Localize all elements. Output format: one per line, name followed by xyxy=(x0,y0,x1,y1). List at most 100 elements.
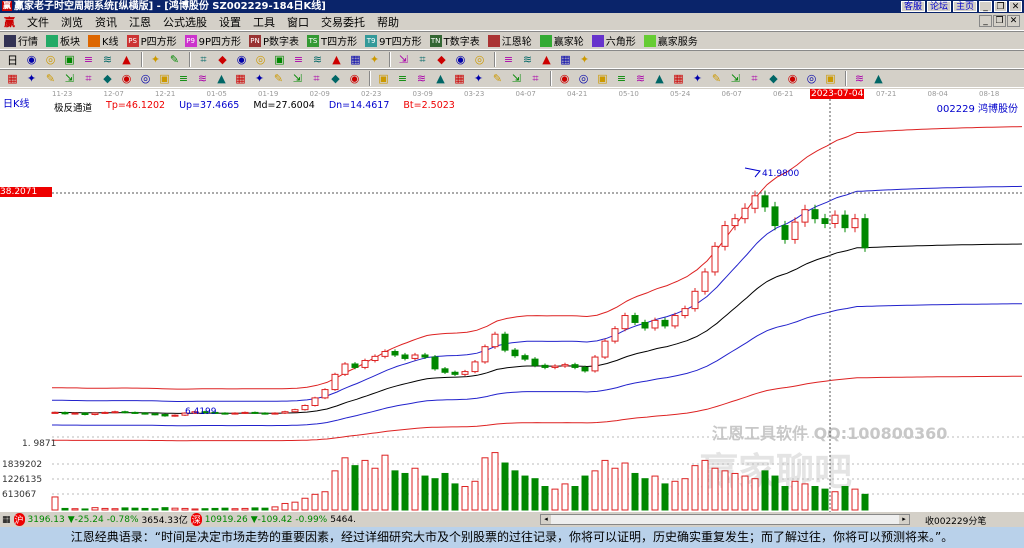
restore-icon[interactable]: ✦ xyxy=(147,52,164,67)
toolbar-button[interactable]: TN T数字表 xyxy=(429,33,480,48)
infinity-icon[interactable]: ▲ xyxy=(870,71,887,86)
cycle-icon[interactable]: ◉ xyxy=(452,52,469,67)
gold-box-icon[interactable]: ✎ xyxy=(708,71,725,86)
pen-icon[interactable]: ▦ xyxy=(4,71,21,86)
shenzhen-index-icon[interactable]: 深 xyxy=(190,513,202,526)
ruler-icon[interactable]: ◉ xyxy=(556,71,573,86)
toolbar-button[interactable]: K线 xyxy=(88,33,119,48)
kline-chart[interactable]: 11-23 12-07 12-21 01-05 01-19 02-09 02-23 03-09… xyxy=(0,89,1024,512)
fan-lines-icon[interactable]: ≡ xyxy=(394,71,411,86)
child-minimize-button[interactable]: _ xyxy=(979,15,992,27)
export-icon[interactable]: ✦ xyxy=(576,52,593,67)
shanghai-index-icon[interactable]: 沪 xyxy=(13,513,25,526)
v-icon[interactable]: ✦ xyxy=(470,71,487,86)
scroll-right-icon[interactable]: ▸ xyxy=(899,515,909,524)
line-draw-icon[interactable]: ◆ xyxy=(433,52,450,67)
red-grid-icon[interactable]: ⌗ xyxy=(308,71,325,86)
bars-icon[interactable]: ◆ xyxy=(327,71,344,86)
toolbar-button[interactable]: T9 9T四方形 xyxy=(365,33,422,48)
scroll-left-icon[interactable]: ◂ xyxy=(541,515,551,524)
pct-line-icon[interactable]: ≡ xyxy=(613,71,630,86)
fan-d-icon[interactable]: ◉ xyxy=(784,71,801,86)
fan-c-icon[interactable]: ◆ xyxy=(765,71,782,86)
menu-item[interactable]: 窗口 xyxy=(287,14,309,30)
percent-icon[interactable]: ▣ xyxy=(594,71,611,86)
fan-e-icon[interactable]: ◎ xyxy=(803,71,820,86)
dot-grid-icon[interactable]: ✎ xyxy=(489,71,506,86)
cursor-dropdown-icon[interactable]: ▲ xyxy=(118,52,135,67)
gann-fan-a-icon[interactable]: ✎ xyxy=(42,71,59,86)
gold-coin-icon[interactable]: ≋ xyxy=(632,71,649,86)
minimize-button[interactable]: _ xyxy=(979,1,992,12)
toolbar-button[interactable]: 行情 xyxy=(4,33,38,48)
toolbar-button[interactable]: P9 9P四方形 xyxy=(184,33,241,48)
diamond-5-icon[interactable]: ▦ xyxy=(347,52,364,67)
toolbar-button[interactable]: PS P四方形 xyxy=(126,33,177,48)
toolbar-button[interactable]: PN P数字表 xyxy=(249,33,299,48)
prev-icon[interactable]: ◉ xyxy=(233,52,250,67)
angle-icon[interactable]: ▦ xyxy=(451,71,468,86)
period-button[interactable]: 日 xyxy=(4,52,21,67)
multi-line-icon[interactable]: ⌗ xyxy=(527,71,544,86)
diamond-1-icon[interactable]: ▣ xyxy=(271,52,288,67)
flag-icon[interactable]: ✎ xyxy=(166,52,183,67)
channel-icon[interactable]: ◉ xyxy=(346,71,363,86)
chart-scrollbar[interactable]: ◂ ▸ xyxy=(540,514,910,525)
fork-icon[interactable]: ⌗ xyxy=(80,71,97,86)
forum-button[interactable]: 论坛 xyxy=(926,1,951,12)
self-select-icon[interactable]: ▣ xyxy=(61,52,78,67)
triangle-icon[interactable]: ≋ xyxy=(194,71,211,86)
menu-item[interactable]: 交易委托 xyxy=(321,14,365,30)
gann-fan-b-icon[interactable]: ⇲ xyxy=(61,71,78,86)
calculator-icon[interactable]: ≋ xyxy=(519,52,536,67)
yin-yang-icon[interactable]: ≋ xyxy=(851,71,868,86)
tool-icon[interactable]: ▦ xyxy=(670,71,687,86)
arc-icon[interactable]: ◆ xyxy=(99,71,116,86)
pct-red-icon[interactable]: ◎ xyxy=(575,71,592,86)
parallel-icon[interactable]: ▣ xyxy=(156,71,173,86)
speed-line-icon[interactable]: ≡ xyxy=(175,71,192,86)
menu-item[interactable]: 资讯 xyxy=(95,14,117,30)
brush-icon[interactable]: ◉ xyxy=(118,71,135,86)
toolbar-button[interactable]: 六角形 xyxy=(591,33,636,48)
toolbar-button[interactable]: 板块 xyxy=(46,33,80,48)
toolbar-button[interactable]: TS T四方形 xyxy=(307,33,357,48)
toolbar-button[interactable]: 赢家服务 xyxy=(643,33,698,48)
menu-item[interactable]: 江恩 xyxy=(129,14,151,30)
calendar-icon[interactable]: ≡ xyxy=(500,52,517,67)
child-close-button[interactable]: ✕ xyxy=(1007,15,1020,27)
next-icon[interactable]: ◎ xyxy=(252,52,269,67)
toolbar-button[interactable]: 赢家轮 xyxy=(539,33,584,48)
red-line-icon[interactable]: ✦ xyxy=(689,71,706,86)
menu-item[interactable]: 浏览 xyxy=(61,14,83,30)
diamond-6-icon[interactable]: ✦ xyxy=(366,52,383,67)
fib-icon[interactable]: ◎ xyxy=(471,52,488,67)
save-icon[interactable]: ▦ xyxy=(557,52,574,67)
menu-item[interactable]: 公式选股 xyxy=(163,14,207,30)
cross-grid-icon[interactable]: ▲ xyxy=(432,71,449,86)
diag-grid-icon[interactable]: ⇲ xyxy=(508,71,525,86)
menu-item[interactable]: 文件 xyxy=(27,14,49,30)
hand-icon[interactable]: ⇲ xyxy=(395,52,412,67)
star-icon[interactable]: ▦ xyxy=(232,71,249,86)
notes-icon[interactable]: ▲ xyxy=(538,52,555,67)
toolbar-button[interactable]: 江恩轮 xyxy=(487,33,532,48)
restore-button[interactable]: ❐ xyxy=(994,1,1007,12)
close-button[interactable]: ✕ xyxy=(1009,1,1022,12)
fan-b-icon[interactable]: ⌗ xyxy=(746,71,763,86)
target-icon[interactable]: ▲ xyxy=(213,71,230,86)
menu-item[interactable]: 设置 xyxy=(219,14,241,30)
indicator-a-icon[interactable]: ≡ xyxy=(80,52,97,67)
box-icon[interactable]: ✦ xyxy=(251,71,268,86)
menu-item[interactable]: 帮助 xyxy=(377,14,399,30)
calculator-icon[interactable]: ▦ xyxy=(2,515,11,525)
fan-a-icon[interactable]: ⇲ xyxy=(727,71,744,86)
fan-f-icon[interactable]: ▣ xyxy=(822,71,839,86)
diamond-2-icon[interactable]: ≡ xyxy=(290,52,307,67)
gold-line-icon[interactable]: ▲ xyxy=(651,71,668,86)
red-box-icon[interactable]: ⇲ xyxy=(289,71,306,86)
first-bar-icon[interactable]: ⌗ xyxy=(195,52,212,67)
period-dropdown-icon[interactable]: ◉ xyxy=(23,52,40,67)
zoom-chart-icon[interactable]: ◎ xyxy=(42,52,59,67)
crosshair-icon[interactable]: ⌗ xyxy=(414,52,431,67)
